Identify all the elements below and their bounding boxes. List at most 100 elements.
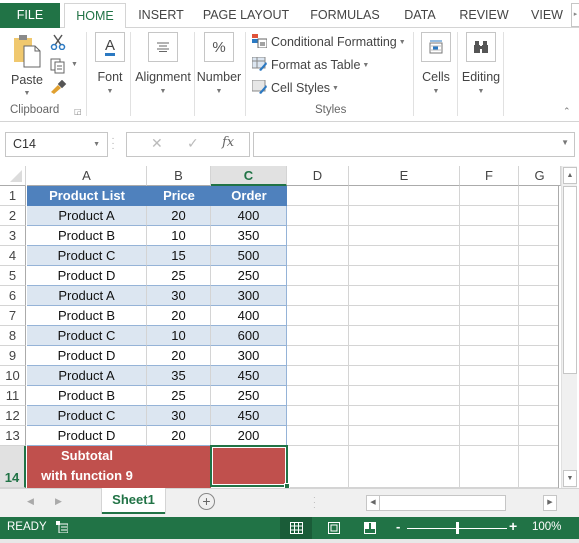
row-header-4[interactable]: 4 [0,246,26,266]
cell-e8[interactable] [349,326,460,346]
row-header-12[interactable]: 12 [0,406,26,426]
format-painter-icon[interactable] [50,80,68,94]
cell-d8[interactable] [287,326,349,346]
row-header-5[interactable]: 5 [0,266,26,286]
table-header-cell[interactable]: Order [211,186,287,206]
tab-scroll-right-icon[interactable]: ▸ [571,3,579,27]
horizontal-scrollbar[interactable]: ◀ ▶ [330,495,560,511]
cell-f12[interactable] [460,406,519,426]
row-header-7[interactable]: 7 [0,306,26,326]
select-all-button[interactable] [0,166,26,186]
cell-d6[interactable] [287,286,349,306]
cell-f5[interactable] [460,266,519,286]
table-cell[interactable]: 35 [147,366,211,386]
column-header-g[interactable]: G [519,166,561,186]
tab-review[interactable]: REVIEW [456,3,512,28]
next-sheet-icon[interactable]: ▶ [55,496,62,507]
row-header-1[interactable]: 1 [0,186,26,206]
table-header-cell[interactable]: Price [147,186,211,206]
table-header-cell[interactable]: Product List [27,186,147,206]
cell-g12[interactable] [519,406,559,426]
font-button[interactable]: A Font ▼ [93,32,127,95]
cell-d2[interactable] [287,206,349,226]
collapse-ribbon-icon[interactable]: ⌃ [563,106,571,117]
editing-button[interactable]: Editing ▼ [461,32,501,95]
tab-page-layout[interactable]: PAGE LAYOUT [200,3,292,28]
table-cell[interactable]: 10 [147,326,211,346]
page-layout-view-button[interactable] [318,517,350,539]
table-cell[interactable]: Product C [27,246,147,266]
active-cell-c14[interactable] [210,445,290,488]
cell-e3[interactable] [349,226,460,246]
cell-f9[interactable] [460,346,519,366]
cell-d13[interactable] [287,426,349,446]
copy-icon[interactable] [50,58,66,74]
table-cell[interactable]: 400 [211,206,287,226]
cell-d5[interactable] [287,266,349,286]
table-cell[interactable]: 200 [211,426,287,446]
expand-formula-bar-icon[interactable]: ▼ [561,138,569,147]
cell-f11[interactable] [460,386,519,406]
cell-e11[interactable] [349,386,460,406]
cell-d9[interactable] [287,346,349,366]
zoom-out-button[interactable]: - [396,519,400,534]
cut-icon[interactable] [50,34,66,50]
cell-g8[interactable] [519,326,559,346]
vertical-scroll-thumb[interactable] [563,186,577,374]
table-cell[interactable]: 450 [211,366,287,386]
name-box-dropdown-icon[interactable]: ▼ [93,133,100,156]
cell-g3[interactable] [519,226,559,246]
table-cell[interactable]: 30 [147,286,211,306]
table-cell[interactable]: Product A [27,286,147,306]
table-cell[interactable]: Product D [27,346,147,366]
zoom-in-button[interactable]: + [509,518,517,534]
vertical-scrollbar[interactable]: ▲ ▼ [561,166,577,488]
table-cell[interactable]: 250 [211,266,287,286]
formula-input[interactable]: ▼ [253,132,575,157]
cell-f10[interactable] [460,366,519,386]
paste-dropdown-icon[interactable]: ▼ [8,90,46,97]
cell-f4[interactable] [460,246,519,266]
table-cell[interactable]: 500 [211,246,287,266]
row-header-8[interactable]: 8 [0,326,26,346]
cell-g9[interactable] [519,346,559,366]
tab-view[interactable]: VIEW [527,3,567,28]
table-cell[interactable]: 20 [147,346,211,366]
cell-g11[interactable] [519,386,559,406]
row-header-2[interactable]: 2 [0,206,26,226]
row-header-13[interactable]: 13 [0,426,26,446]
column-header-e[interactable]: E [349,166,460,186]
table-cell[interactable]: 30 [147,406,211,426]
column-header-b[interactable]: B [147,166,211,186]
cell-g5[interactable] [519,266,559,286]
name-box[interactable]: C14 ▼ [5,132,108,157]
cell-e5[interactable] [349,266,460,286]
tab-file[interactable]: FILE [0,3,60,28]
format-as-table-button[interactable]: Format as Table ▼ [252,55,369,75]
table-cell[interactable]: Product C [27,326,147,346]
add-sheet-icon[interactable]: + [198,493,215,510]
scroll-left-icon[interactable]: ◀ [366,495,380,511]
row-header-10[interactable]: 10 [0,366,26,386]
clipboard-launcher-icon[interactable]: ◲ [74,107,82,116]
cell-g1[interactable] [519,186,559,206]
row-header-9[interactable]: 9 [0,346,26,366]
cell-e4[interactable] [349,246,460,266]
cell-e2[interactable] [349,206,460,226]
number-button[interactable]: % Number ▼ [196,32,242,95]
table-cell[interactable]: Product D [27,266,147,286]
table-cell[interactable]: Product B [27,226,147,246]
tab-formulas[interactable]: FORMULAS [305,3,385,28]
macro-recording-icon[interactable] [56,521,68,533]
page-break-view-button[interactable] [354,517,386,539]
zoom-slider-thumb[interactable] [456,522,459,534]
formula-bar-grip-icon[interactable]: · · · [110,134,116,154]
cell-f3[interactable] [460,226,519,246]
tab-home[interactable]: HOME [64,3,126,29]
cell-g7[interactable] [519,306,559,326]
table-cell[interactable]: 10 [147,226,211,246]
row-header-11[interactable]: 11 [0,386,26,406]
cell-g13[interactable] [519,426,559,446]
cell-e9[interactable] [349,346,460,366]
cell-g4[interactable] [519,246,559,266]
